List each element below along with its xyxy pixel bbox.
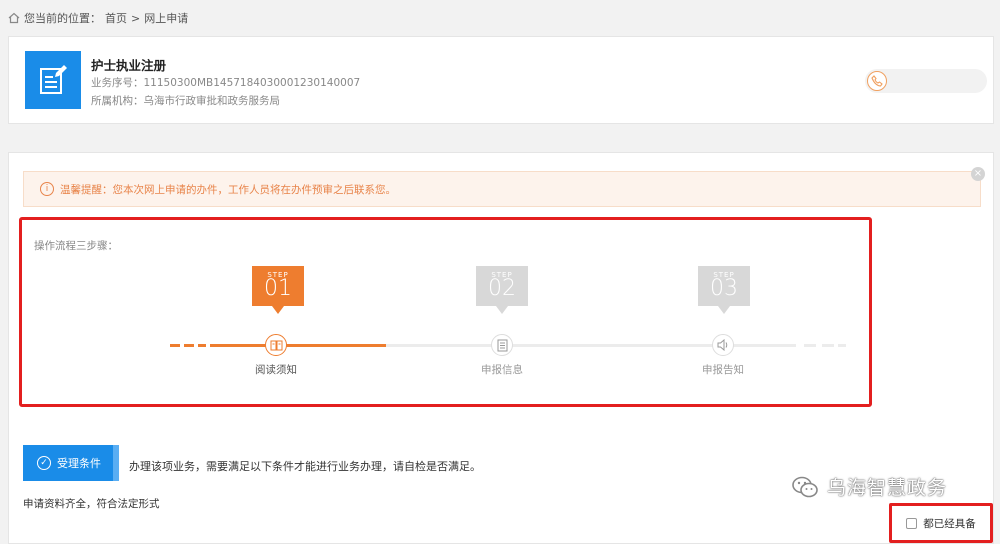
steps-title: 操作流程三步骤： <box>34 240 118 252</box>
watermark-text: 乌海智慧政务 <box>827 477 948 499</box>
progress-dash <box>184 344 194 347</box>
step-2-name: 申报信息 <box>481 364 523 376</box>
wechat-icon <box>792 476 818 497</box>
breadcrumb-separator: > <box>131 11 141 25</box>
form-icon <box>497 339 507 351</box>
conditions-description: 办理该项业务，需要满足以下条件才能进行业务办理，请自检是否满足。 <box>129 460 481 473</box>
conditions-button-label: 受理条件 <box>57 457 101 470</box>
step-3-circle <box>712 334 734 356</box>
checkbox-label: 都已经具备 <box>923 517 976 530</box>
phone-contact[interactable] <box>865 69 987 93</box>
service-number: 业务序号：11150300MB1457184030001230140007 <box>91 77 361 89</box>
step-2-flag: STEP 02 <box>476 266 528 314</box>
info-icon: i <box>40 182 54 196</box>
checkbox[interactable] <box>906 517 918 529</box>
breadcrumb-prefix: 您当前的位置： <box>24 12 101 25</box>
check-circle-icon: ✓ <box>37 456 51 470</box>
breadcrumb-current: 网上申请 <box>144 12 189 25</box>
service-info-card: 护士执业注册 业务序号：11150300MB145718403000123014… <box>8 36 994 124</box>
step-3-name: 申报告知 <box>702 364 744 376</box>
service-org: 所属机构：乌海市行政审批和政务服务局 <box>91 95 280 107</box>
step-1-number: 01 <box>264 276 292 301</box>
progress-dash <box>170 344 180 347</box>
acceptance-conditions-button[interactable]: ✓ 受理条件 <box>23 445 119 481</box>
phone-icon <box>867 71 887 91</box>
steps-panel: 操作流程三步骤： STEP 01 阅读须知 STEP 02 申报信息 STEP … <box>19 217 872 407</box>
step-1-flag: STEP 01 <box>252 266 304 314</box>
application-card: i 温馨提醒：您本次网上申请的办件，工作人员将在办件预审之后联系您。 × 操作流… <box>8 152 994 544</box>
progress-dash <box>838 344 846 347</box>
step-2-circle <box>491 334 513 356</box>
breadcrumb-home-link[interactable]: 首页 <box>105 10 127 26</box>
all-available-checkbox[interactable]: 都已经具备 <box>889 503 993 543</box>
step-3-number: 03 <box>710 276 738 301</box>
document-edit-icon <box>25 51 81 109</box>
progress-line-active <box>210 344 386 347</box>
breadcrumb: 您当前的位置： 首页 > 网上申请 <box>8 10 188 26</box>
progress-line-inactive <box>386 344 796 347</box>
condition-item: 申请资料齐全，符合法定形式 <box>23 498 160 510</box>
notice-text: 温馨提醒：您本次网上申请的办件，工作人员将在办件预审之后联系您。 <box>60 183 396 196</box>
close-icon[interactable]: × <box>971 167 985 181</box>
book-icon <box>270 340 282 350</box>
watermark: 乌海智慧政务 <box>791 473 947 500</box>
step-3-flag: STEP 03 <box>698 266 750 314</box>
progress-dash <box>198 344 206 347</box>
reminder-notice: i 温馨提醒：您本次网上申请的办件，工作人员将在办件预审之后联系您。 <box>23 171 981 207</box>
step-1-name: 阅读须知 <box>255 364 297 376</box>
progress-dash <box>804 344 816 347</box>
home-icon <box>8 12 20 24</box>
speaker-icon <box>717 339 727 351</box>
progress-dash <box>822 344 834 347</box>
step-1-circle <box>265 334 287 356</box>
step-2-number: 02 <box>488 276 516 301</box>
service-title: 护士执业注册 <box>91 58 167 73</box>
